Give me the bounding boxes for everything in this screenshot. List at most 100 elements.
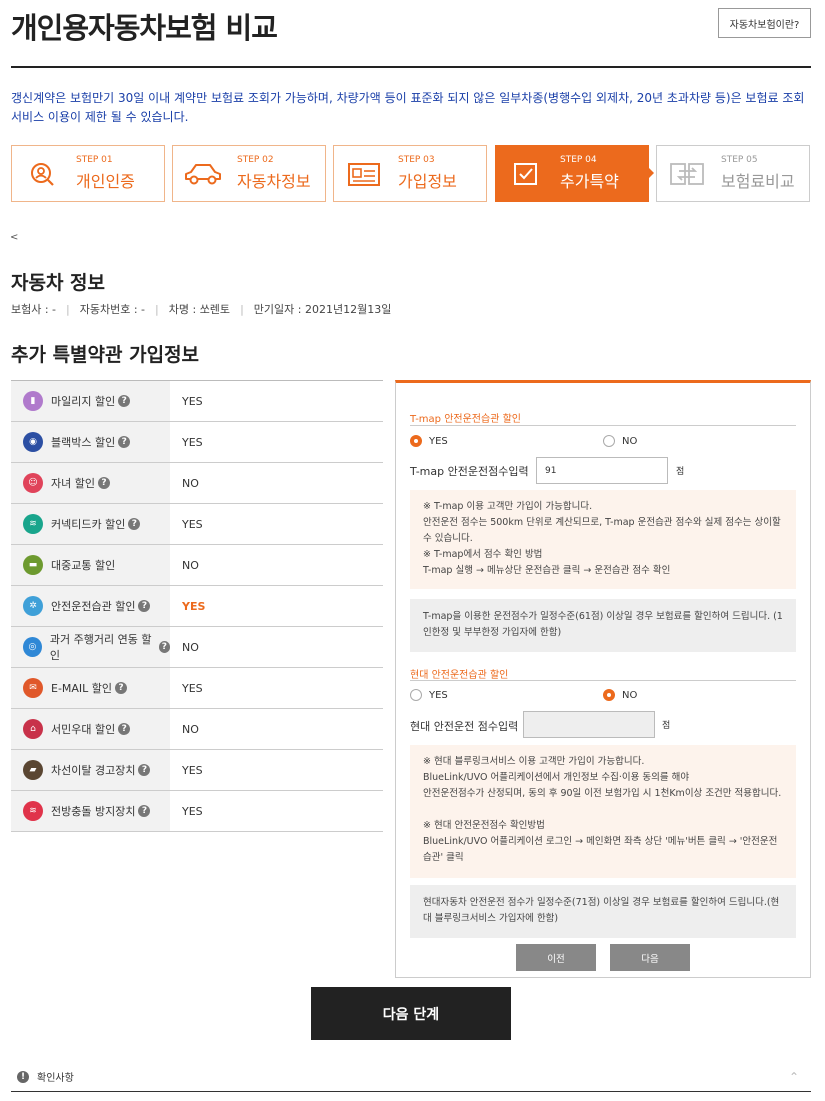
radio-label: YES (429, 689, 448, 701)
note-line: BlueLink/UVO 어플리케이션에서 개인정보 수집·이용 동의를 해야 (423, 772, 690, 783)
step-number: STEP 03 (398, 155, 435, 165)
compare-icon (667, 159, 707, 189)
connected-car-icon: ≋ (23, 514, 43, 534)
car-icon (183, 159, 223, 189)
insurer-info: 보험사 : - (11, 303, 57, 316)
divider: | (155, 302, 159, 316)
id-card-icon (344, 159, 384, 189)
back-link[interactable]: < (10, 232, 18, 243)
radio-dot (603, 689, 615, 701)
special-terms-table: ▮ 마일리지 할인? YES ◉ 블랙박스 할인? YES ☺ 자녀 할인? NO ≋… (11, 380, 383, 832)
note-line: 안전운전 점수는 500km 단위로 계산되므로, T-map 운전습관 점수와… (423, 517, 781, 544)
hyundai-no-radio[interactable]: NO (603, 689, 637, 701)
help-icon[interactable]: ? (158, 641, 170, 653)
term-row-past-mileage[interactable]: ◎ 과거 주행거리 연동 할인? NO (11, 627, 383, 668)
next-button[interactable]: 다음 (610, 944, 690, 971)
term-row-lane-warning[interactable]: ▰ 차선이탈 경고장치? YES (11, 750, 383, 791)
help-icon[interactable]: ? (138, 805, 151, 817)
divider (410, 425, 796, 426)
term-row-email[interactable]: ✉ E-MAIL 할인? YES (11, 668, 383, 709)
car-model-info: 차명 : 쏘렌토 (168, 303, 231, 316)
term-label: 과거 주행거리 연동 할인 (49, 633, 152, 662)
term-value: YES (182, 599, 206, 613)
hyundai-note: ※ 현대 블루링크서비스 이용 고객만 가입이 가능합니다. BlueLink/… (410, 745, 796, 878)
term-label: 대중교통 할인 (51, 559, 116, 572)
step-label: 가입정보 (398, 172, 457, 191)
term-value: NO (182, 558, 199, 572)
note-line: T-map 실행 → 메뉴상단 운전습관 클릭 → 운전습관 점수 확인 (423, 565, 671, 576)
note-line: BlueLink/UVO 어플리케이션 로그인 → 메인화면 좌측 상단 '메뉴… (423, 836, 778, 863)
step-5[interactable]: STEP 05 보험료비교 (656, 145, 810, 202)
mileage-icon: ▮ (23, 391, 43, 411)
term-label: 마일리지 할인 (51, 395, 116, 408)
term-row-public-transport[interactable]: ▬ 대중교통 할인 NO (11, 545, 383, 586)
hyundai-info: 현대자동차 안전운전 점수가 일정수준(71점) 이상일 경우 보험료를 할인하… (410, 885, 796, 938)
term-label: 안전운전습관 할인 (51, 600, 136, 613)
term-label: 커넥티드카 할인 (51, 518, 126, 531)
info-icon: ! (17, 1070, 29, 1083)
step-1[interactable]: STEP 01 개인인증 (11, 145, 165, 202)
help-icon[interactable]: ? (128, 518, 141, 530)
term-label: 서민우대 할인 (51, 723, 116, 736)
radio-label: YES (429, 435, 448, 447)
term-value: YES (182, 763, 203, 777)
step-2[interactable]: STEP 02 자동차정보 (172, 145, 326, 202)
hyundai-score-unit: 점 (662, 721, 671, 731)
step-label: 추가특약 (560, 172, 619, 191)
step-4[interactable]: STEP 04 추가특약 (495, 145, 649, 202)
tmap-score-unit: 점 (676, 467, 685, 477)
special-terms-title: 추가 특별약관 가입정보 (11, 344, 200, 366)
note-line: ※ T-map에서 점수 확인 방법 (423, 549, 543, 560)
step-number: STEP 02 (237, 155, 274, 165)
tmap-info: T-map을 이용한 운전점수가 일정수준(61점) 이상일 경우 보험료를 할… (410, 599, 796, 652)
term-label: 블랙박스 할인 (51, 436, 116, 449)
term-label: E-MAIL 할인 (51, 682, 113, 695)
radio-dot (410, 435, 422, 447)
car-info-title: 자동차 정보 (11, 272, 106, 294)
term-row-low-income[interactable]: ⌂ 서민우대 할인? NO (11, 709, 383, 750)
term-row-safe-driving[interactable]: ✲ 안전운전습관 할인? YES (11, 586, 383, 627)
help-icon[interactable]: ? (118, 436, 131, 448)
help-icon[interactable]: ? (118, 395, 131, 407)
help-button[interactable]: 자동차보험이란? (718, 8, 811, 38)
term-label: 전방충돌 방지장치 (51, 805, 136, 818)
hyundai-score-input[interactable] (523, 711, 655, 738)
note-line: ※ 현대 안전운전점수 확인방법 (423, 820, 545, 831)
blackbox-icon: ◉ (23, 432, 43, 452)
term-row-child[interactable]: ☺ 자녀 할인? NO (11, 463, 383, 504)
step-label: 개인인증 (76, 172, 135, 191)
term-row-collision[interactable]: ≋ 전방충돌 방지장치? YES (11, 791, 383, 832)
prev-button[interactable]: 이전 (516, 944, 596, 971)
next-step-button[interactable]: 다음 단계 (311, 987, 511, 1040)
shop-icon: ⌂ (23, 719, 43, 739)
page-title: 개인용자동차보험 비교 (11, 11, 278, 45)
tmap-no-radio[interactable]: NO (603, 435, 637, 447)
checkbox-icon (506, 159, 546, 189)
term-row-connected-car[interactable]: ≋ 커넥티드카 할인? YES (11, 504, 383, 545)
step-3[interactable]: STEP 03 가입정보 (333, 145, 487, 202)
person-search-icon (22, 159, 62, 189)
collision-icon: ≋ (23, 801, 43, 821)
safe-driving-icon: ✲ (23, 596, 43, 616)
help-icon[interactable]: ? (138, 764, 151, 776)
help-icon[interactable]: ? (138, 600, 151, 612)
term-row-mileage[interactable]: ▮ 마일리지 할인? YES (11, 381, 383, 422)
tmap-score-label: T-map 안전운전점수입력 (410, 465, 529, 478)
hyundai-yes-radio[interactable]: YES (410, 689, 448, 701)
radio-dot (410, 689, 422, 701)
confirm-label: 확인사항 (37, 1073, 74, 1084)
chevron-up-icon[interactable]: ⌃ (789, 1070, 799, 1084)
confirm-accordion[interactable]: ! 확인사항 ⌃ (11, 1062, 811, 1092)
tmap-yes-radio[interactable]: YES (410, 435, 448, 447)
help-icon[interactable]: ? (97, 477, 110, 489)
tmap-score-input[interactable] (536, 457, 668, 484)
radio-label: NO (622, 435, 638, 447)
term-row-blackbox[interactable]: ◉ 블랙박스 할인? YES (11, 422, 383, 463)
term-value: YES (182, 435, 203, 449)
hyundai-section-title: 현대 안전운전습관 할인 (410, 670, 509, 681)
note-line: ※ T-map 이용 고객만 가입이 가능합니다. (423, 501, 593, 512)
help-icon[interactable]: ? (118, 723, 131, 735)
term-value: NO (182, 476, 199, 490)
help-icon[interactable]: ? (115, 682, 128, 694)
active-step-arrow (648, 167, 654, 179)
